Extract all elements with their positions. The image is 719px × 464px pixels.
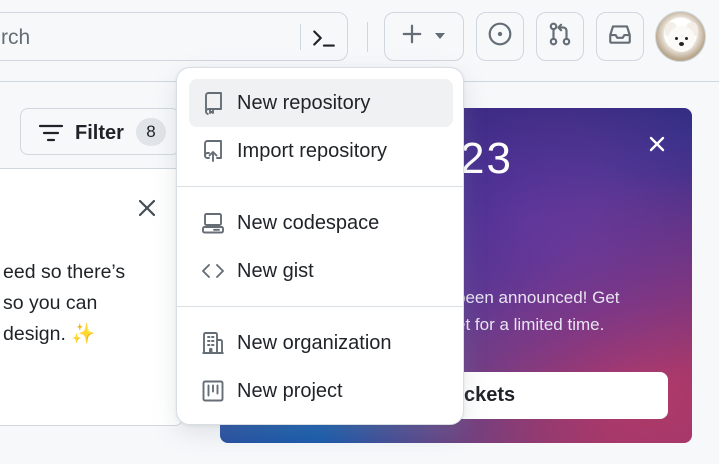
organization-icon: [201, 331, 225, 355]
menu-item-label: Import repository: [237, 139, 388, 162]
search-input[interactable]: rch: [0, 12, 348, 61]
notice-line: eed so there’s: [3, 261, 126, 283]
repo-icon: [201, 91, 225, 115]
notice-card: eed so there’s so you can design. ✨: [0, 168, 183, 426]
get-tickets-button[interactable]: ckets: [430, 372, 668, 419]
promo-text-line: been announced! Get: [456, 288, 620, 307]
project-icon: [201, 379, 225, 403]
avatar-nose: [679, 42, 684, 46]
create-new-button[interactable]: [384, 12, 464, 61]
filter-count-badge: 8: [136, 118, 166, 146]
search-placeholder: rch: [1, 26, 31, 49]
inbox-icon: [607, 21, 633, 52]
avatar-face: [668, 26, 695, 52]
filter-label: Filter: [75, 122, 124, 144]
menu-item-new-gist[interactable]: New gist: [189, 247, 453, 295]
terminal-icon[interactable]: [311, 25, 337, 56]
issues-button[interactable]: [476, 12, 524, 61]
pull-requests-button[interactable]: [536, 12, 584, 61]
notice-text: eed so there’s so you can design. ✨: [3, 257, 125, 350]
promo-text: been announced! Get et for a limited tim…: [456, 284, 620, 338]
create-new-menu: New repository Import repository New cod…: [176, 67, 464, 425]
git-pull-request-icon: [547, 21, 573, 52]
repo-push-icon: [201, 139, 225, 163]
issue-opened-icon: [487, 21, 513, 52]
codespaces-icon: [201, 211, 225, 235]
close-icon[interactable]: [649, 136, 665, 157]
menu-item-label: New project: [237, 379, 343, 402]
menu-item-label: New repository: [237, 91, 371, 114]
search-divider: [300, 24, 301, 50]
menu-item-new-organization[interactable]: New organization: [189, 319, 453, 367]
promo-logo: 23: [460, 134, 513, 183]
plus-icon: [401, 23, 423, 50]
promo-text-line: et for a limited time.: [456, 315, 605, 334]
close-icon[interactable]: [138, 199, 156, 222]
inbox-button[interactable]: [596, 12, 644, 61]
notice-line: design. ✨: [3, 323, 96, 345]
menu-divider: [177, 186, 463, 187]
menu-divider: [177, 306, 463, 307]
code-icon: [201, 259, 225, 283]
menu-item-label: New gist: [237, 259, 314, 282]
notice-line: so you can: [3, 292, 98, 314]
menu-item-label: New organization: [237, 331, 392, 354]
user-avatar[interactable]: [655, 11, 706, 62]
menu-item-new-project[interactable]: New project: [189, 367, 453, 415]
header-separator: [367, 22, 368, 52]
menu-item-import-repository[interactable]: Import repository: [189, 127, 453, 175]
filter-icon: [38, 122, 64, 149]
triangle-down-icon: [433, 28, 447, 46]
menu-item-new-repository[interactable]: New repository: [189, 79, 453, 127]
avatar-eye-right: [685, 37, 688, 40]
menu-item-new-codespace[interactable]: New codespace: [189, 199, 453, 247]
avatar-eye-left: [675, 37, 678, 40]
filter-button[interactable]: Filter 8: [20, 108, 180, 155]
menu-item-label: New codespace: [237, 211, 380, 234]
